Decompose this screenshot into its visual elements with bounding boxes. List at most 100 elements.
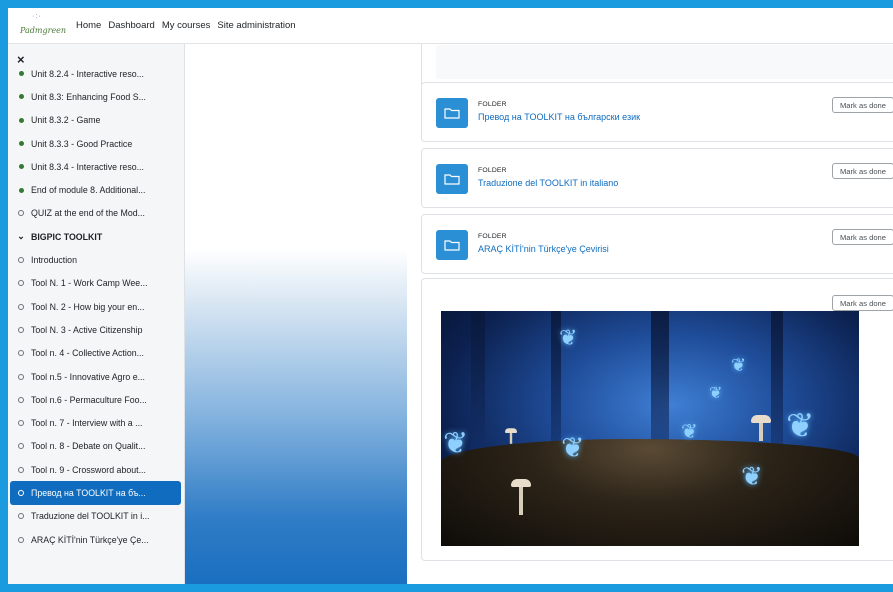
activity-type: FOLDER	[478, 167, 507, 174]
mark-as-done-button[interactable]: Mark as done	[832, 97, 893, 113]
folder-icon[interactable]	[436, 230, 468, 260]
sidebar-item-label: Unit 8.3.2 - Game	[31, 115, 101, 126]
sidebar-item-label: Превод на TOOLKIT на бъ...	[31, 487, 146, 498]
sidebar-item[interactable]: ARAÇ KİTİ'nin Türkçe'ye Çe...	[8, 528, 184, 551]
butterfly-icon: ❦	[731, 355, 747, 375]
butterfly-forest-image: ❦ ❦ ❦ ❦ ❦ ❦ ❦ ❦	[441, 311, 859, 546]
logo-text: Padmgreen	[20, 25, 67, 35]
completed-dot-icon	[16, 94, 26, 100]
activity-card-folder: FOLDER Превод на TOOLKIT на български ез…	[421, 82, 893, 142]
incomplete-circle-icon	[16, 536, 26, 543]
sidebar-item-label: Tool n. 8 - Debate on Qualit...	[31, 441, 146, 452]
sidebar-item[interactable]: QUIZ at the end of the Mod...	[8, 202, 184, 225]
mark-as-done-button[interactable]: Mark as done	[832, 295, 893, 311]
sidebar-item-label: Unit 8.3.3 - Good Practice	[31, 138, 133, 149]
incomplete-circle-icon	[16, 350, 26, 357]
incomplete-circle-icon	[16, 420, 26, 427]
completed-dot-icon	[16, 164, 26, 170]
logo-dots: ·:·	[32, 12, 42, 20]
sidebar-item[interactable]: Tool N. 3 - Active Citizenship	[8, 318, 184, 341]
sidebar-item[interactable]: Tool n. 9 - Crossword about...	[8, 458, 184, 481]
activity-link[interactable]: ARAÇ KİTİ'nin Türkçe'ye Çevirisi	[478, 244, 609, 254]
sidebar-item[interactable]: Tool N. 2 - How big your en...	[8, 295, 184, 318]
sidebar-item[interactable]: Unit 8.3.2 - Game	[8, 109, 184, 132]
folder-icon[interactable]	[436, 98, 468, 128]
incomplete-circle-icon	[16, 443, 26, 450]
sidebar-item[interactable]: Tool n. 8 - Debate on Qualit...	[8, 435, 184, 458]
completed-dot-icon	[16, 117, 26, 123]
label-image-card: Mark as done ❦ ❦ ❦ ❦ ❦ ❦ ❦ ❦	[421, 278, 893, 561]
sidebar-item[interactable]: Tool n. 7 - Interview with a ...	[8, 411, 184, 434]
sidebar-item-label: Tool N. 2 - How big your en...	[31, 301, 145, 312]
mark-as-done-button[interactable]: Mark as done	[832, 229, 893, 245]
sidebar-item-label: Unit 8.3.4 - Interactive reso...	[31, 161, 144, 172]
sidebar-item[interactable]: Tool N. 1 - Work Camp Wee...	[8, 272, 184, 295]
sidebar-item-label: Unit 8.2.4 - Interactive reso...	[31, 68, 144, 79]
chevron-down-icon: ⌄	[17, 231, 25, 242]
folder-icon[interactable]	[436, 164, 468, 194]
activity-type: FOLDER	[478, 101, 507, 108]
tree-trunk	[471, 311, 485, 461]
activity-card-folder: FOLDER Traduzione del TOOLKIT in italian…	[421, 148, 893, 208]
incomplete-circle-icon	[16, 466, 26, 473]
sidebar-item-label: Traduzione del TOOLKIT in i...	[31, 511, 150, 522]
sidebar-item[interactable]: Introduction	[8, 248, 184, 271]
course-index-drawer: × Unit 8.2.4 - Interactive reso... Unit 8…	[8, 44, 185, 584]
butterfly-icon: ❦	[559, 325, 578, 350]
sidebar-item[interactable]: Unit 8.3.3 - Good Practice	[8, 132, 184, 155]
activity-link[interactable]: Превод на TOOLKIT на български език	[478, 112, 640, 122]
mark-as-done-button[interactable]: Mark as done	[832, 163, 893, 179]
sidebar-item-label: Tool n. 4 - Collective Action...	[31, 348, 144, 359]
site-logo[interactable]: ·:· Padmgreen	[18, 12, 66, 40]
activity-type: FOLDER	[478, 233, 507, 240]
sidebar-item-label: Tool N. 1 - Work Camp Wee...	[31, 278, 148, 289]
butterfly-icon: ❦	[681, 421, 698, 443]
tree-trunk	[771, 311, 783, 461]
incomplete-circle-icon	[16, 373, 26, 380]
sidebar-item-label: Tool n.6 - Permaculture Foo...	[31, 394, 147, 405]
sidebar-item-label: QUIZ at the end of the Mod...	[31, 208, 145, 219]
completed-dot-icon	[16, 71, 26, 77]
sidebar-item[interactable]: Unit 8.3: Enhancing Food S...	[8, 85, 184, 108]
previous-activity-body	[436, 45, 893, 79]
sidebar-item-label: ARAÇ KİTİ'nin Türkçe'ye Çe...	[31, 534, 149, 545]
course-index-list: Unit 8.2.4 - Interactive reso... Unit 8.3…	[8, 69, 184, 551]
sidebar-item-label: Introduction	[31, 255, 77, 266]
sidebar-item[interactable]: Превод на TOOLKIT на бъ...	[10, 481, 181, 505]
sidebar-item[interactable]: Tool n.5 - Innovative Agro e...	[8, 365, 184, 388]
sidebar-item[interactable]: End of module 8. Additional...	[8, 178, 184, 201]
incomplete-circle-icon	[16, 489, 26, 496]
nav-site-administration[interactable]: Site administration	[217, 20, 295, 31]
nav-my-courses[interactable]: My courses	[162, 20, 211, 31]
sidebar-item[interactable]: Traduzione del TOOLKIT in i...	[8, 505, 184, 528]
butterfly-icon: ❦	[443, 427, 469, 460]
top-navbar: ·:· Padmgreen Home Dashboard My courses …	[8, 8, 893, 44]
activity-link[interactable]: Traduzione del TOOLKIT in italiano	[478, 178, 618, 188]
sidebar-item[interactable]: Unit 8.2.4 - Interactive reso...	[8, 62, 184, 85]
incomplete-circle-icon	[16, 396, 26, 403]
mushroom	[511, 479, 531, 515]
sidebar-section-header[interactable]: ⌄ BIGPIC TOOLKIT	[8, 225, 184, 248]
nav-home[interactable]: Home	[76, 20, 101, 31]
mushroom	[751, 415, 771, 441]
completed-dot-icon	[16, 141, 26, 147]
sidebar-item[interactable]: Tool n.6 - Permaculture Foo...	[8, 388, 184, 411]
incomplete-circle-icon	[16, 210, 26, 217]
incomplete-circle-icon	[16, 280, 26, 287]
mushroom	[505, 428, 517, 444]
sidebar-item-label: BIGPIC TOOLKIT	[31, 231, 103, 242]
page-background-gradient	[185, 44, 407, 584]
butterfly-icon: ❦	[741, 461, 763, 491]
incomplete-circle-icon	[16, 326, 26, 333]
sidebar-item-label: Unit 8.3: Enhancing Food S...	[31, 91, 146, 102]
incomplete-circle-icon	[16, 257, 26, 264]
butterfly-icon: ❦	[709, 385, 723, 402]
browser-frame: ·:· Padmgreen Home Dashboard My courses …	[8, 8, 893, 584]
incomplete-circle-icon	[16, 513, 26, 520]
sidebar-item[interactable]: Unit 8.3.4 - Interactive reso...	[8, 155, 184, 178]
activity-card-folder: FOLDER ARAÇ KİTİ'nin Türkçe'ye Çevirisi …	[421, 214, 893, 274]
forest-ground	[441, 439, 859, 546]
sidebar-item[interactable]: Tool n. 4 - Collective Action...	[8, 342, 184, 365]
nav-dashboard[interactable]: Dashboard	[108, 20, 154, 31]
butterfly-icon: ❦	[786, 407, 815, 445]
